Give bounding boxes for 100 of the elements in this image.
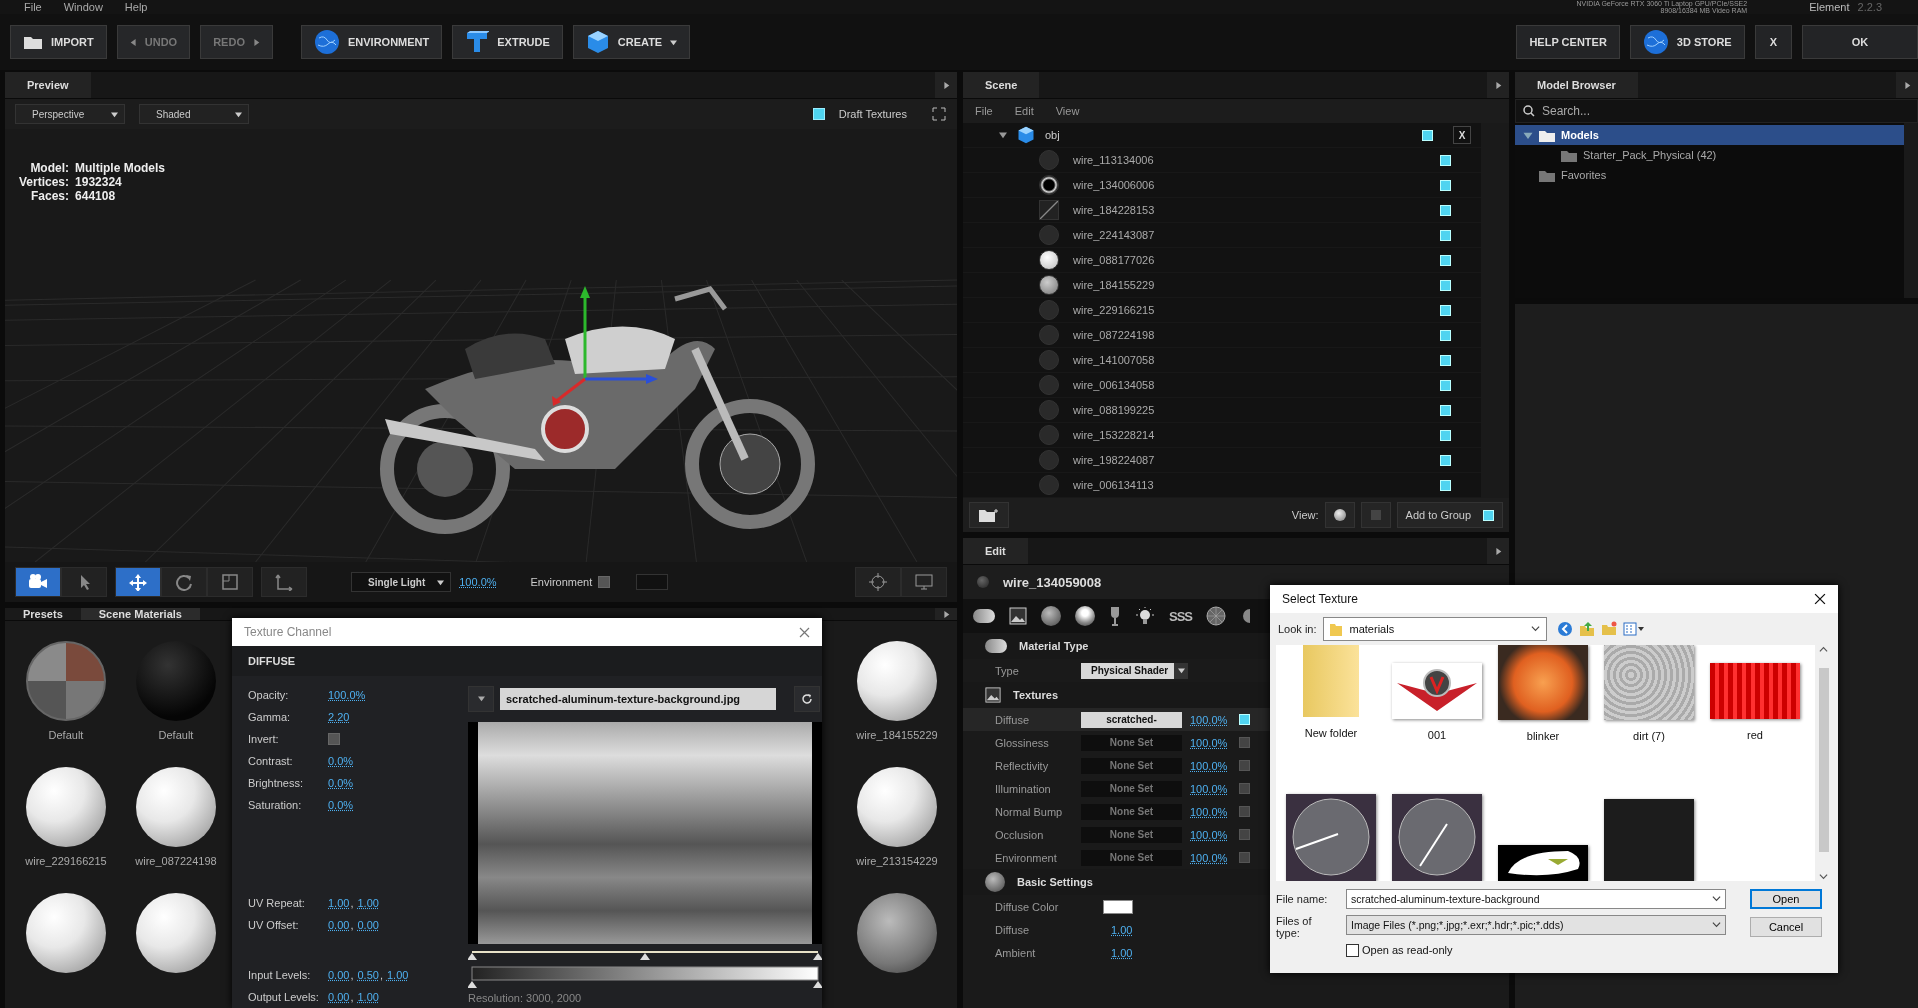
- visibility-checkbox[interactable]: [1440, 379, 1451, 391]
- texture-enable-checkbox[interactable]: [1239, 783, 1251, 794]
- texture-amount[interactable]: 100.0%: [1190, 782, 1228, 795]
- dialog-button[interactable]: Open: [1750, 889, 1822, 909]
- param-value[interactable]: 1.00: [328, 897, 350, 909]
- texture-row[interactable]: Environment None Set 100.0%: [963, 846, 1509, 869]
- visibility-checkbox[interactable]: [1440, 454, 1451, 466]
- visibility-checkbox[interactable]: [1422, 129, 1433, 141]
- expanded-arrow-icon[interactable]: [999, 131, 1007, 139]
- tree-item[interactable]: wire_006134113: [1073, 479, 1426, 491]
- visibility-checkbox[interactable]: [1440, 154, 1451, 166]
- file-type-dropdown[interactable]: Image Files (*.png;*.jpg;*.exr;*.hdr;*.pic;*.dds): [1346, 915, 1726, 935]
- visibility-checkbox[interactable]: [1440, 179, 1451, 191]
- menu-item[interactable]: Edit: [1014, 105, 1034, 117]
- sphere-view-button[interactable]: [1324, 502, 1355, 528]
- sphere-icon[interactable]: [985, 872, 1005, 892]
- visibility-checkbox[interactable]: [1440, 329, 1451, 341]
- sphere-icon[interactable]: [1041, 606, 1061, 626]
- tree-item[interactable]: wire_006134058: [1073, 379, 1426, 391]
- visibility-checkbox[interactable]: [1440, 429, 1451, 441]
- texture-slot-button[interactable]: None Set: [1081, 849, 1182, 866]
- texture-slot-button[interactable]: None Set: [1081, 780, 1182, 797]
- texture-row[interactable]: Normal Bump None Set 100.0%: [963, 800, 1509, 823]
- environment-checkbox[interactable]: [598, 576, 611, 588]
- menu-item[interactable]: View: [1055, 105, 1080, 117]
- image-thumbnail[interactable]: [1498, 845, 1588, 881]
- image-thumbnail[interactable]: [1498, 645, 1588, 720]
- refresh-button[interactable]: [794, 686, 820, 712]
- light-amount[interactable]: 100.0%: [459, 576, 497, 588]
- texture-enable-checkbox[interactable]: [1239, 737, 1251, 748]
- texture-enable-checkbox[interactable]: [1239, 760, 1251, 771]
- menu-item[interactable]: Help: [124, 1, 148, 13]
- look-in-dropdown[interactable]: materials: [1322, 617, 1547, 641]
- back-icon[interactable]: [1556, 621, 1573, 637]
- new-group-button[interactable]: [969, 502, 1009, 528]
- light-bulb-icon[interactable]: [1135, 606, 1155, 626]
- file-name[interactable]: dirt (7): [1633, 730, 1665, 742]
- param-value[interactable]: 0.0%: [328, 777, 354, 789]
- dropdown-button[interactable]: [468, 686, 494, 712]
- toolbar-button[interactable]: IMPORT: [10, 25, 107, 59]
- toggle-icon[interactable]: [985, 639, 1007, 653]
- tree-item[interactable]: wire_153228214: [1073, 429, 1426, 441]
- tree-item[interactable]: wire_113134006: [1073, 154, 1426, 166]
- tree-item[interactable]: wire_184228153: [1073, 204, 1426, 216]
- image-thumbnail[interactable]: [1604, 799, 1694, 881]
- texture-amount[interactable]: 100.0%: [1190, 805, 1228, 818]
- visibility-checkbox[interactable]: [1440, 354, 1451, 366]
- view-menu-icon[interactable]: [1622, 622, 1645, 636]
- texture-amount[interactable]: 100.0%: [1190, 828, 1228, 841]
- toolbar-button[interactable]: 3D STORE: [1629, 25, 1745, 59]
- visibility-checkbox[interactable]: [1440, 479, 1451, 491]
- move-tool-button[interactable]: [115, 567, 161, 597]
- texture-amount[interactable]: 100.0%: [1190, 759, 1228, 772]
- texture-enable-checkbox[interactable]: [1239, 829, 1251, 840]
- up-folder-icon[interactable]: [1578, 621, 1595, 637]
- texture-enable-checkbox[interactable]: [1239, 806, 1251, 817]
- texture-enable-checkbox[interactable]: [1239, 852, 1251, 863]
- image-icon[interactable]: [1009, 607, 1027, 625]
- param-value[interactable]: 1.00: [357, 991, 379, 1003]
- texture-amount[interactable]: 100.0%: [1190, 851, 1228, 864]
- texture-slot-button[interactable]: scratched-: [1081, 711, 1182, 728]
- visibility-checkbox[interactable]: [1440, 229, 1451, 241]
- tree-item[interactable]: wire_198224087: [1073, 454, 1426, 466]
- environment-swatch[interactable]: [636, 574, 669, 590]
- texture-slot-button[interactable]: None Set: [1081, 734, 1182, 751]
- rotate-tool-button[interactable]: [161, 567, 207, 597]
- tree-item[interactable]: Models: [1515, 125, 1904, 145]
- panel-tab[interactable]: Preview: [5, 72, 91, 98]
- image-thumbnail[interactable]: [1604, 645, 1694, 720]
- param-value[interactable]: 0.50: [357, 969, 379, 981]
- tree-item[interactable]: wire_224143087: [1073, 229, 1426, 241]
- toolbar-button[interactable]: ENVIRONMENT: [300, 25, 443, 59]
- toolbar-button[interactable]: EXTRUDE: [452, 25, 563, 59]
- fullscreen-icon[interactable]: [931, 106, 947, 122]
- panel-tab[interactable]: Scene: [963, 72, 1040, 98]
- wine-glass-icon[interactable]: [1109, 606, 1121, 626]
- visibility-checkbox[interactable]: [1440, 254, 1451, 266]
- toolbar-button[interactable]: CREATE: [572, 25, 691, 59]
- close-button[interactable]: X: [1453, 126, 1471, 144]
- param-value[interactable]: 0.00: [357, 919, 379, 931]
- close-icon[interactable]: [1814, 593, 1826, 605]
- panel-tab[interactable]: Scene Materials: [80, 608, 200, 620]
- file-name-field[interactable]: scratched-aluminum-texture-background: [1346, 889, 1726, 909]
- param-value[interactable]: 0.00: [328, 969, 350, 981]
- texture-row[interactable]: Occlusion None Set 100.0%: [963, 823, 1509, 846]
- camera-dropdown[interactable]: Perspective: [15, 104, 125, 124]
- texture-amount[interactable]: 100.0%: [1190, 736, 1228, 749]
- visibility-checkbox[interactable]: [1440, 404, 1451, 416]
- axes-tool-button[interactable]: [261, 567, 307, 597]
- file-name[interactable]: 001: [1427, 729, 1447, 741]
- menu-item[interactable]: File: [975, 105, 993, 117]
- monitor-button[interactable]: [901, 567, 947, 597]
- toolbar-button[interactable]: HELP CENTER: [1516, 25, 1620, 59]
- tree-item[interactable]: Starter_Pack_Physical (42): [1515, 145, 1904, 165]
- toggle-icon[interactable]: [973, 609, 995, 623]
- shading-dropdown[interactable]: Shaded: [139, 104, 249, 124]
- visibility-checkbox[interactable]: [1440, 279, 1451, 291]
- texture-slot-button[interactable]: None Set: [1081, 803, 1182, 820]
- channel-tab[interactable]: SSS: [1169, 608, 1192, 624]
- expanded-arrow-icon[interactable]: [1523, 130, 1533, 140]
